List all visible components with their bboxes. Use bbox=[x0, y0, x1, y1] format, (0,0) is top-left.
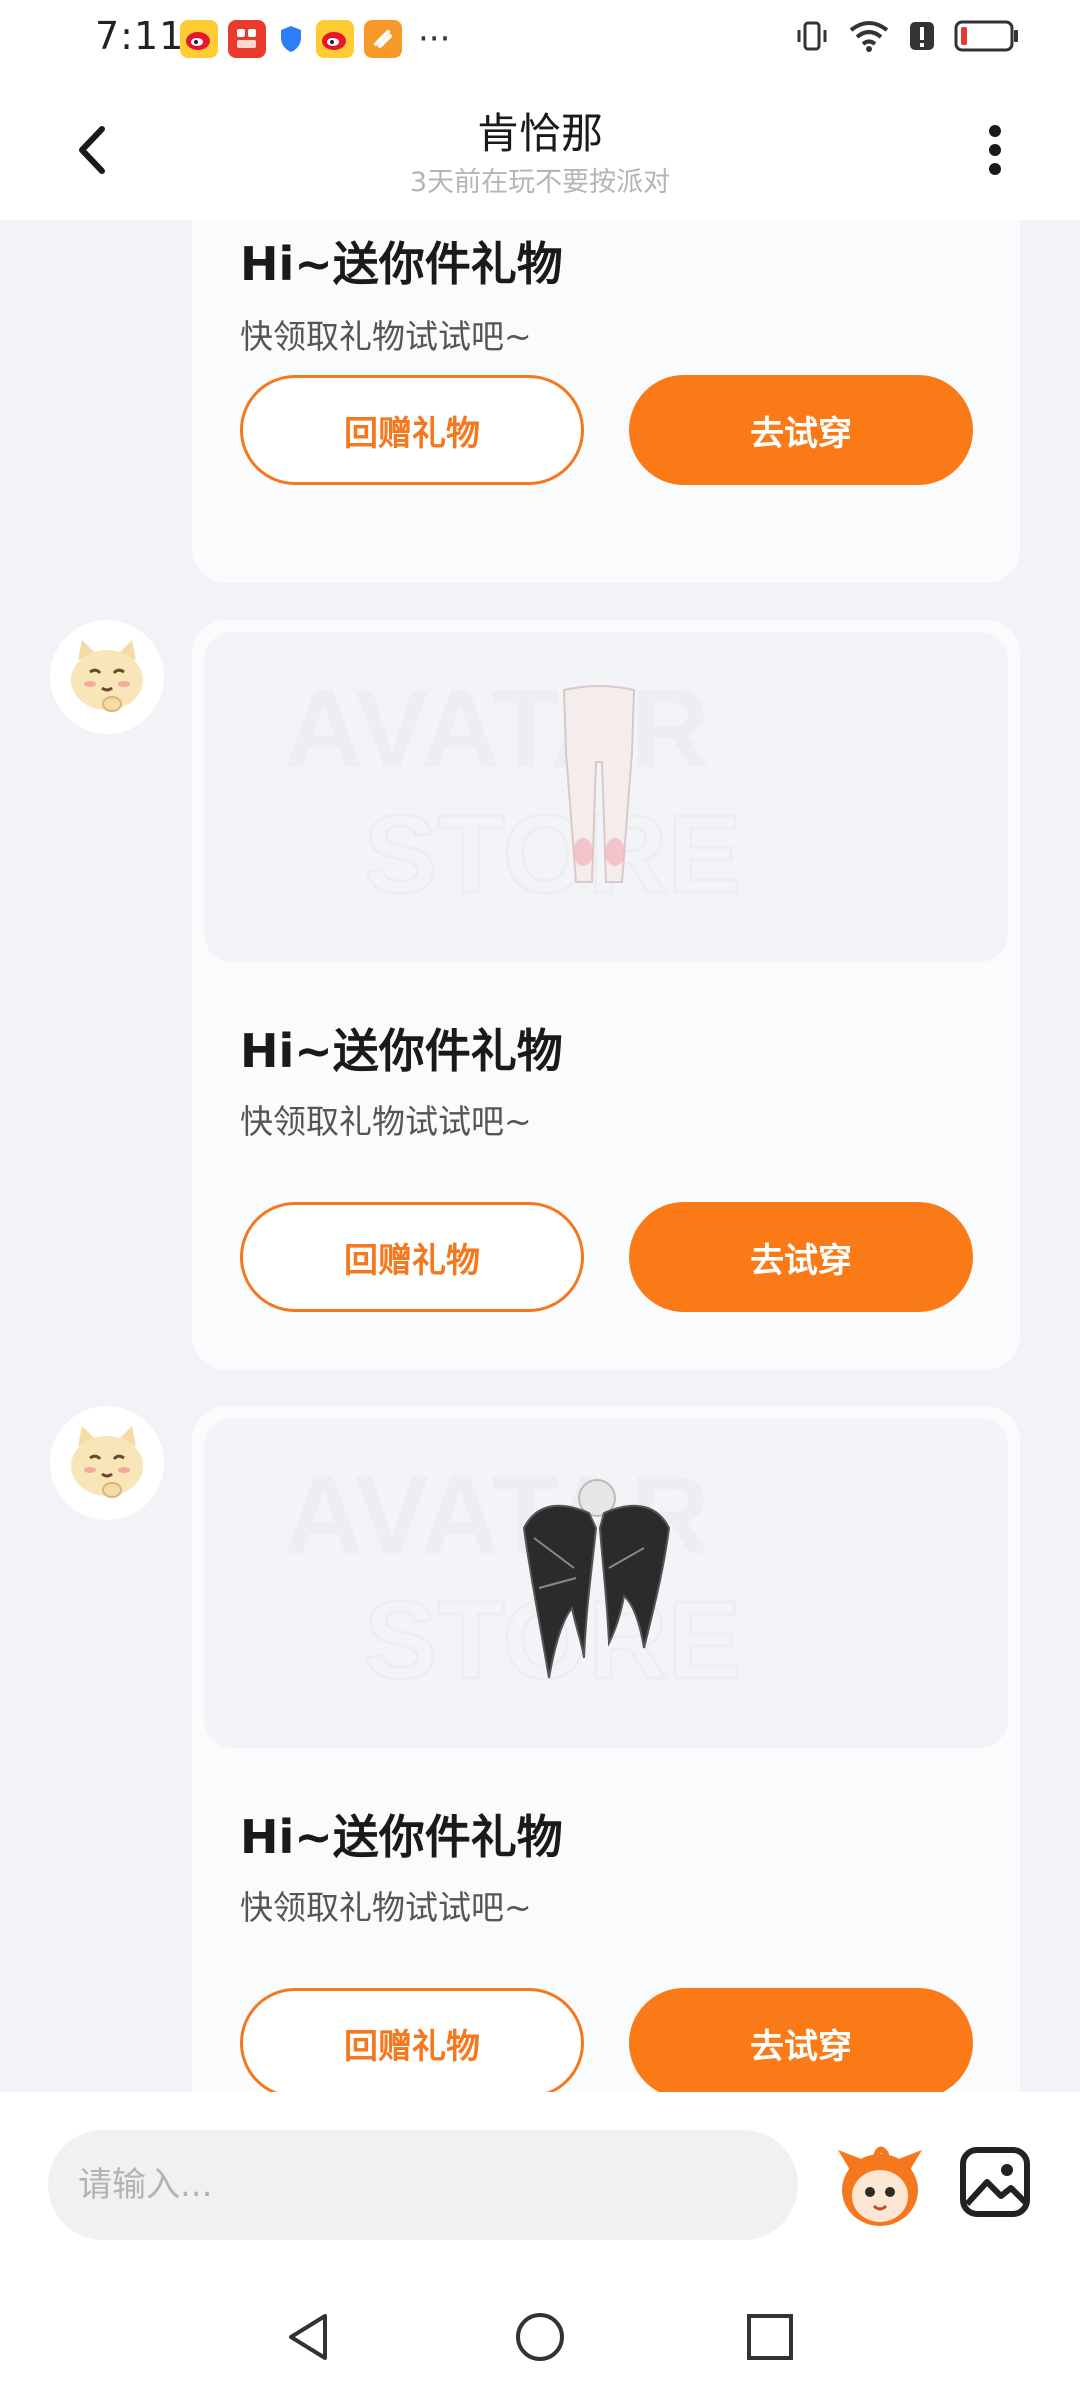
more-vertical-icon bbox=[989, 125, 1001, 175]
wifi-icon bbox=[849, 21, 889, 52]
leggings-image: AVATAR STORE bbox=[284, 668, 742, 918]
chat-title: 肯恰那 bbox=[476, 109, 603, 158]
try-on-button[interactable]: 去试穿 bbox=[629, 1202, 973, 1312]
gift-message-card: AVATAR STORE Hi~送你件礼物 快领取礼物试试吧~ 回赠礼物 去试穿 bbox=[192, 1406, 1020, 2092]
watermark-avatar: AVATAR bbox=[284, 668, 710, 791]
chat-header: 肯恰那 3天前在玩不要按派对 bbox=[0, 80, 1080, 220]
gift-subtitle: 快领取礼物试试吧~ bbox=[240, 1102, 532, 1141]
system-navigation-bar bbox=[0, 2272, 1080, 2400]
return-gift-button[interactable]: 回赠礼物 bbox=[240, 1202, 584, 1312]
image-icon bbox=[960, 2147, 1030, 2217]
gift-item-image[interactable]: AVATAR STORE bbox=[204, 1418, 1008, 1748]
gift-item-image[interactable]: AVATAR STORE bbox=[204, 632, 1008, 962]
message-input-bar bbox=[0, 2092, 1080, 2272]
shield-icon bbox=[276, 20, 306, 58]
nav-home-button[interactable] bbox=[505, 2302, 575, 2372]
gift-message-card: Hi~送你件礼物 快领取礼物试试吧~ 回赠礼物 去试穿 bbox=[192, 220, 1020, 583]
weibo-icon-2 bbox=[316, 20, 354, 58]
return-gift-button[interactable]: 回赠礼物 bbox=[240, 1988, 584, 2092]
status-indicators bbox=[794, 18, 1020, 54]
orange-app-icon bbox=[364, 20, 402, 58]
message-input[interactable] bbox=[48, 2130, 798, 2240]
gift-title: Hi~送你件礼物 bbox=[240, 1024, 563, 1078]
return-gift-button[interactable]: 回赠礼物 bbox=[240, 375, 584, 485]
nav-recent-apps-button[interactable] bbox=[735, 2302, 805, 2372]
more-options-button[interactable] bbox=[970, 115, 1020, 185]
gift-subtitle: 快领取礼物试试吧~ bbox=[240, 317, 532, 356]
gift-subtitle: 快领取礼物试试吧~ bbox=[240, 1888, 532, 1927]
battery-icon bbox=[954, 20, 1018, 52]
watermark-store: STORE bbox=[364, 793, 741, 916]
shopping-app-icon bbox=[228, 20, 266, 58]
mascot-sticker-button[interactable] bbox=[830, 2130, 930, 2240]
cat-avatar-icon bbox=[71, 1426, 143, 1498]
chat-message-list[interactable]: Hi~送你件礼物 快领取礼物试试吧~ 回赠礼物 去试穿 AVATAR STORE bbox=[0, 220, 1080, 2092]
nav-home-icon bbox=[516, 2313, 564, 2361]
nav-recent-icon bbox=[747, 2314, 793, 2360]
nav-back-icon bbox=[289, 2314, 327, 2360]
more-notifications-icon: ··· bbox=[418, 19, 451, 59]
alert-icon bbox=[910, 22, 934, 50]
status-time: 7:11 bbox=[95, 14, 185, 58]
vibrate-icon bbox=[797, 21, 827, 51]
nav-back-button[interactable] bbox=[275, 2302, 345, 2372]
sender-avatar[interactable] bbox=[50, 620, 164, 734]
sender-avatar[interactable] bbox=[50, 1406, 164, 1520]
try-on-button[interactable]: 去试穿 bbox=[629, 1988, 973, 2092]
weibo-icon bbox=[180, 20, 218, 58]
send-image-button[interactable] bbox=[955, 2142, 1035, 2222]
mascot-icon bbox=[838, 2146, 922, 2226]
chat-status-subtitle: 3天前在玩不要按派对 bbox=[409, 167, 671, 198]
gift-title: Hi~送你件礼物 bbox=[240, 237, 563, 291]
cat-avatar-icon bbox=[71, 640, 143, 712]
try-on-button[interactable]: 去试穿 bbox=[629, 375, 973, 485]
gift-message-card: AVATAR STORE Hi~送你件礼物 快领取礼物试试吧~ 回赠礼物 去试穿 bbox=[192, 620, 1020, 1370]
status-app-icons: ··· bbox=[180, 20, 450, 58]
wings-image: AVATAR STORE bbox=[284, 1454, 742, 1704]
gift-title: Hi~送你件礼物 bbox=[240, 1810, 563, 1864]
status-bar: 7:11 ··· bbox=[0, 0, 1080, 80]
